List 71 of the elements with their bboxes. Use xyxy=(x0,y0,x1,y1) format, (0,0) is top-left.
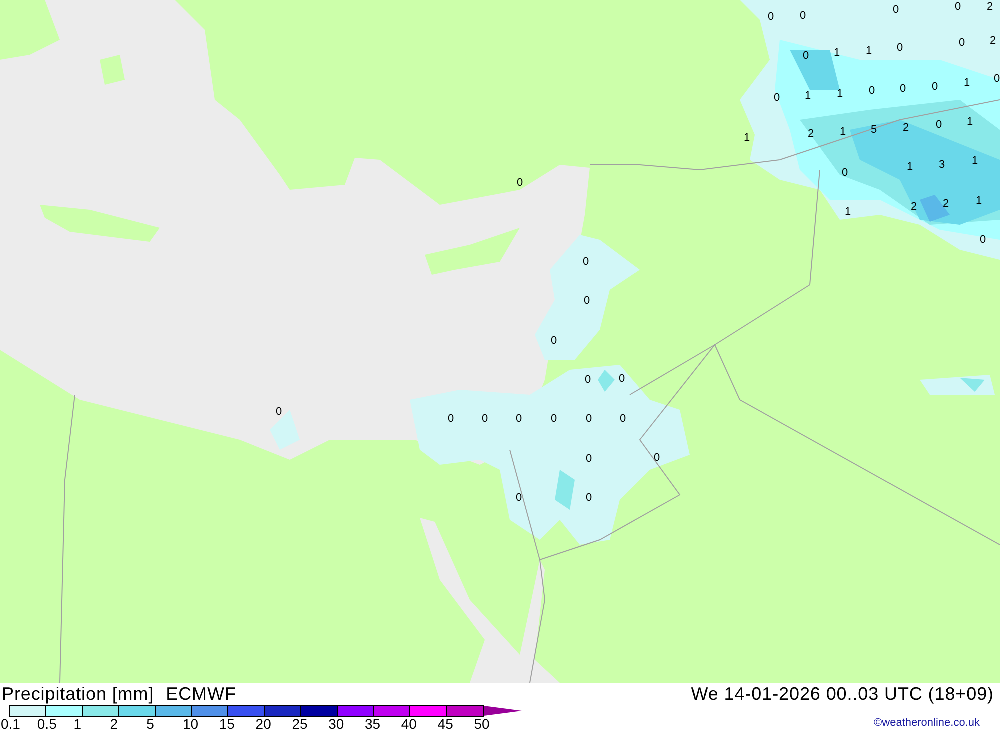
precipitation-value-label: 0 xyxy=(868,85,876,97)
forecast-datetime: We 14-01-2026 00..03 UTC (18+09) xyxy=(691,683,995,705)
model-name: ECMWF xyxy=(166,683,236,705)
legend-tick-label: 1 xyxy=(74,717,82,732)
precipitation-value-label: 0 xyxy=(516,492,522,504)
precipitation-value-label: 0 xyxy=(768,11,774,23)
precipitation-value-label: 1 xyxy=(744,132,750,144)
precipitation-value-label: 0 xyxy=(958,37,966,49)
legend-tick-label: 2 xyxy=(110,717,118,732)
precipitation-value-label: 1 xyxy=(834,47,840,59)
precipitation-value-label: 0 xyxy=(516,413,522,425)
map-title: Precipitation [mm] xyxy=(2,683,154,705)
precipitation-value-label: 0 xyxy=(550,335,558,347)
precipitation-value-label: 0 xyxy=(842,167,848,179)
precipitation-value-label: 3 xyxy=(938,159,946,171)
copyright-link[interactable]: ©weatheronline.co.uk xyxy=(874,705,1000,732)
legend-tick-label: 40 xyxy=(401,717,417,732)
precipitation-value-label: 0 xyxy=(586,413,592,425)
precipitation-value-label: 0 xyxy=(892,4,900,16)
precipitation-value-label: 0 xyxy=(582,256,590,268)
precipitation-value-label: 0 xyxy=(896,42,904,54)
precipitation-value-label: 0 xyxy=(586,492,592,504)
precipitation-value-label: 2 xyxy=(910,201,918,213)
precipitation-value-label: 1 xyxy=(866,45,872,57)
precipitation-value-label: 0 xyxy=(900,83,906,95)
legend-arrow-icon xyxy=(484,706,522,716)
legend-tick-label: 0.5 xyxy=(37,717,57,732)
precipitation-value-label: 0 xyxy=(618,373,626,385)
legend-tick-label: 25 xyxy=(292,717,308,732)
legend-tick-label: 35 xyxy=(365,717,381,732)
precipitation-value-label: 0 xyxy=(620,413,626,425)
precipitation-value-label: 1 xyxy=(804,90,812,102)
precipitation-value-label: 2 xyxy=(990,35,996,47)
precipitation-value-label: 0 xyxy=(802,50,810,62)
precipitation-value-label: 0 xyxy=(994,73,1000,85)
precipitation-value-label: 0 xyxy=(980,234,986,246)
precipitation-value-label: 1 xyxy=(972,155,978,167)
precipitation-value-label: 0 xyxy=(586,453,592,465)
precipitation-value-label: 0 xyxy=(448,413,454,425)
precipitation-value-label: 1 xyxy=(840,126,846,138)
precipitation-value-label: 1 xyxy=(906,161,914,173)
precipitation-value-label: 2 xyxy=(986,1,994,13)
precipitation-value-label: 0 xyxy=(654,452,660,464)
precipitation-value-label: 0 xyxy=(482,413,488,425)
precipitation-value-label: 2 xyxy=(902,122,910,134)
precipitation-value-label: 0 xyxy=(550,413,558,425)
legend-tick-label: 10 xyxy=(183,717,199,732)
precipitation-value-label: 0 xyxy=(800,10,806,22)
precipitation-value-label: 0 xyxy=(584,374,592,386)
precipitation-value-label: 0 xyxy=(932,81,938,93)
legend-tick-label: 15 xyxy=(219,717,235,732)
legend-tick-label: 5 xyxy=(146,717,154,732)
precipitation-value-label: 1 xyxy=(844,206,852,218)
legend-tick-label: 20 xyxy=(256,717,272,732)
precipitation-value-label: 0 xyxy=(774,92,780,104)
precipitation-value-label: 0 xyxy=(584,295,590,307)
legend-tick-label: 30 xyxy=(328,717,344,732)
precipitation-value-label: 5 xyxy=(870,124,878,136)
precipitation-value-label: 1 xyxy=(976,195,982,207)
precipitation-value-label: 1 xyxy=(966,116,974,128)
legend-tick-label: 45 xyxy=(438,717,454,732)
precipitation-value-label: 0 xyxy=(516,177,524,189)
precipitation-value-label: 2 xyxy=(808,128,814,140)
precipitation-value-label: 0 xyxy=(936,119,942,131)
precipitation-value-label: 1 xyxy=(836,88,844,100)
precipitation-value-label: 1 xyxy=(964,77,970,89)
legend-tick-label: 50 xyxy=(474,717,490,732)
precipitation-value-label: 0 xyxy=(954,1,962,13)
precipitation-value-label: 2 xyxy=(942,198,950,210)
legend-tick-label: 0.1 xyxy=(1,717,20,732)
precipitation-value-label: 0 xyxy=(276,406,282,418)
